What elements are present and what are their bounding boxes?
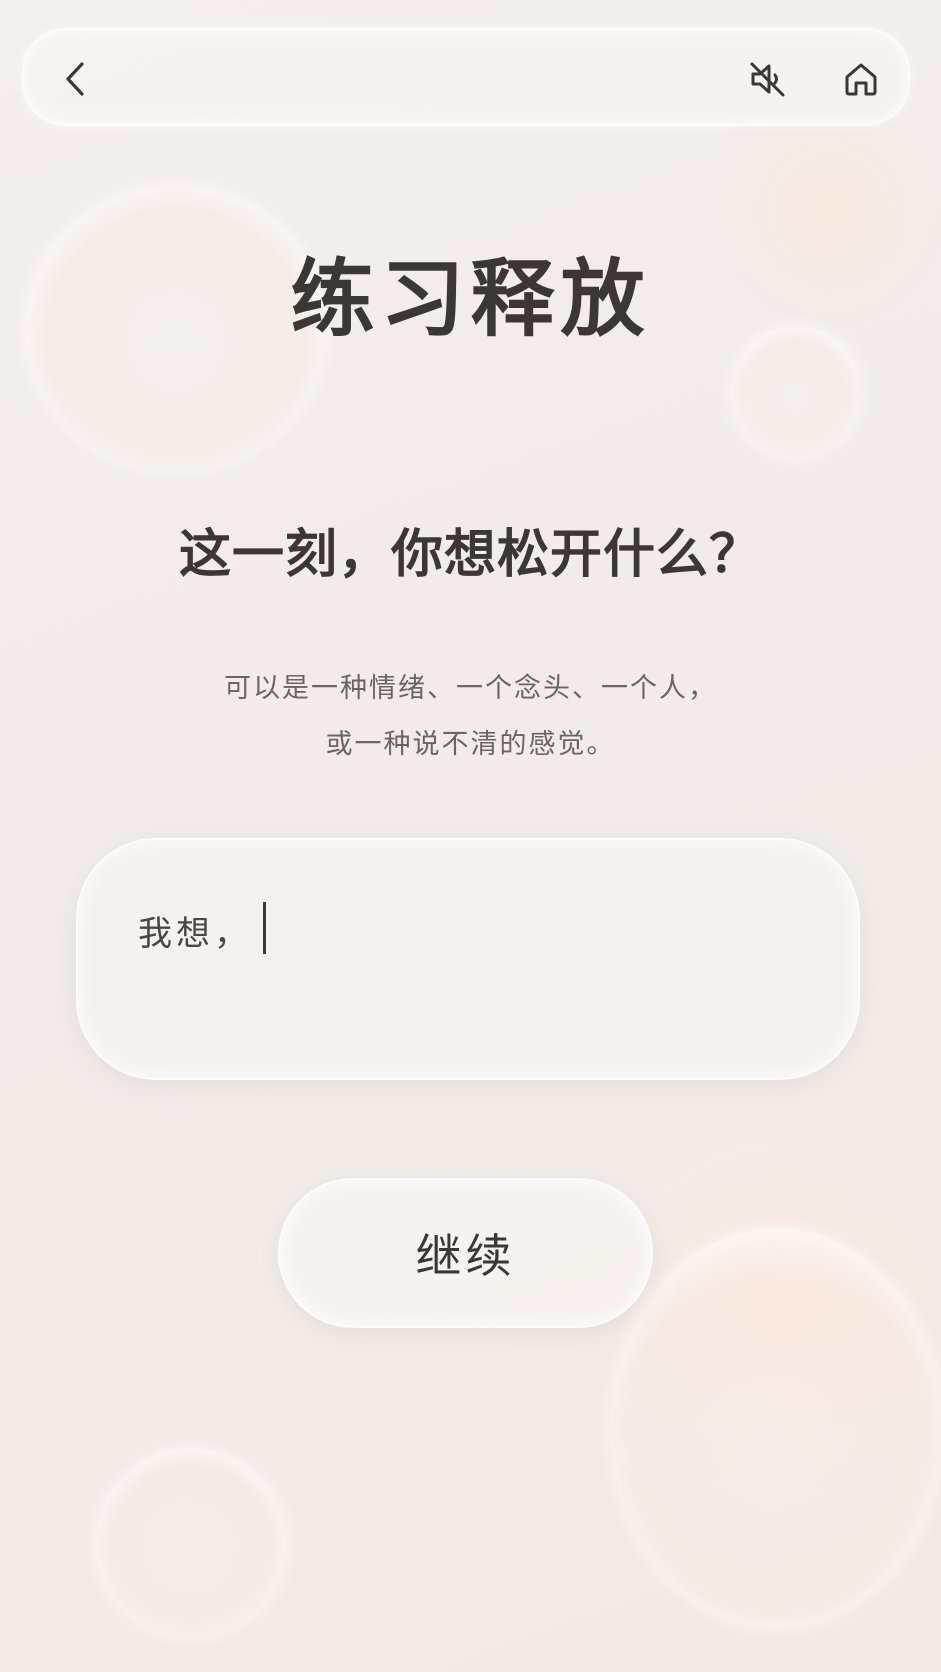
chevron-left-icon	[66, 62, 84, 96]
prompt-hint-line-1: 可以是一种情绪、一个念头、一个人，	[224, 673, 717, 704]
prompt-hint-line-2: 或一种说不清的感觉。	[325, 729, 616, 760]
decorative-bubble-large-bottom-right	[612, 1228, 941, 1628]
speaker-muted-icon	[750, 62, 785, 97]
release-input-card[interactable]: 我想，	[76, 838, 860, 1080]
prompt-question: 这一刻，你想松开什么？	[178, 524, 762, 585]
mute-button[interactable]	[742, 54, 792, 104]
home-icon	[845, 63, 877, 96]
input-prefix-label: 我想，	[138, 914, 252, 954]
release-text-input[interactable]	[248, 900, 802, 958]
home-button[interactable]	[836, 54, 886, 104]
page-title: 练习释放	[290, 249, 651, 348]
back-button[interactable]	[50, 54, 100, 104]
continue-button[interactable]: 继续	[278, 1178, 653, 1328]
top-navigation-bar	[22, 28, 910, 126]
decorative-bubble-bottom-left	[96, 1448, 286, 1638]
text-caret	[263, 902, 266, 954]
